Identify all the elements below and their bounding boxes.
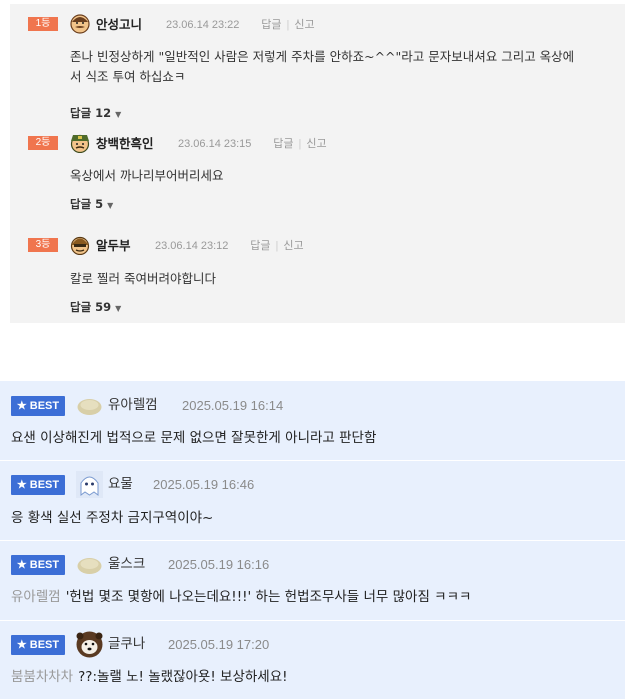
nickname[interactable]: 알두부 [96,238,131,254]
nickname[interactable]: 창백한흑인 [96,136,154,152]
ghost-icon[interactable] [76,471,103,498]
best-comment: ★ BEST 요물 2025.05.19 16:46 응 황색 실선 주정차 금… [0,461,625,541]
reply-count-toggle[interactable]: 답글 59 ▼ [70,300,121,316]
nickname[interactable]: 글쿠나 [108,635,145,653]
mention[interactable]: 붐붐차차차 [11,669,73,685]
comment-text: 응 황색 실선 주정차 금지구역이야~ [11,510,214,526]
caret-down-icon: ▼ [107,201,114,210]
comment-text: 옥상에서 까나리부어버리세요 [70,168,224,183]
comment-date: 2025.05.19 16:16 [168,557,270,572]
comment-text: 붐붐차차차 ??:놀랠 노! 놀랬잖아욧! 보상하세요! [11,669,288,685]
mustache-face-icon[interactable] [70,14,90,34]
nickname[interactable]: 울스크 [108,555,145,573]
comment-text: 칼로 찔러 죽여버려야합니다 [70,271,216,286]
comment-date: 2025.05.19 16:46 [153,477,255,492]
best-comment: ★ BEST 유아렐껌 2025.05.19 16:14 요샌 이상해진게 법적… [0,381,625,461]
rank-badge: 1등 [28,17,58,31]
comment-text: 존나 빈정상하게 "일반적인 사람은 저렇게 주차를 안하죠~^^"라고 문자보… [70,49,575,84]
reply-count-toggle[interactable]: 답글 12 ▼ [70,106,121,122]
ranked-comments-panel: 1등 안성고니 23.06.14 23:22|답글|신고 존나 빈정상하게 "일… [10,4,625,323]
blob-icon[interactable] [76,551,103,578]
best-badge: ★ BEST [11,475,65,495]
best-badge: ★ BEST [11,555,65,575]
comment-meta: 23.06.14 23:12|답글|신고 [155,240,304,252]
best-comment: ★ BEST 글쿠나 2025.05.19 17:20 붐붐차차차 ??:놀랠 노… [0,621,625,700]
comment-meta: 23.06.14 23:22|답글|신고 [166,19,315,31]
rank-badge: 3등 [28,238,58,252]
comment-date: 23.06.14 23:12 [155,240,229,252]
caret-down-icon: ▼ [115,304,122,313]
comment-date: 2025.05.19 16:14 [182,398,284,413]
nickname[interactable]: 유아렐껌 [108,396,158,414]
caret-down-icon: ▼ [115,110,122,119]
nickname[interactable]: 안성고니 [96,17,142,33]
report-link[interactable]: 신고 [283,240,303,252]
soldier-face-icon[interactable] [70,133,90,153]
reply-link[interactable]: 답글 [273,138,293,150]
comment-date: 23.06.14 23:22 [166,19,240,31]
reply-link[interactable]: 답글 [261,19,281,31]
comment-date: 2025.05.19 17:20 [168,637,270,652]
helmet-face-icon[interactable] [70,235,90,255]
reply-count-toggle[interactable]: 답글 5 ▼ [70,197,113,213]
nickname[interactable]: 요물 [108,475,133,493]
comment-text: 요샌 이상해진게 법적으로 문제 없으면 잘못한게 아니라고 판단함 [11,430,377,446]
comment-date: 23.06.14 23:15 [178,138,252,150]
best-badge: ★ BEST [11,396,65,416]
bear-icon[interactable] [76,631,103,658]
comment-meta: 23.06.14 23:15|답글|신고 [178,138,327,150]
rank-badge: 2등 [28,136,58,150]
mention[interactable]: 유아렐껌 [11,589,61,605]
reply-link[interactable]: 답글 [250,240,270,252]
comment-text: 유아렐껌 '헌법 몇조 몇항에 나오는데요!!!' 하는 헌법조무사들 너무 많아… [11,589,472,605]
best-badge: ★ BEST [11,635,65,655]
report-link[interactable]: 신고 [294,19,314,31]
best-comment: ★ BEST 울스크 2025.05.19 16:16 유아렐껌 '헌법 몇조 몇… [0,541,625,621]
report-link[interactable]: 신고 [306,138,326,150]
blob-icon[interactable] [76,392,103,419]
best-comments-panel: ★ BEST 유아렐껌 2025.05.19 16:14 요샌 이상해진게 법적… [0,381,625,699]
